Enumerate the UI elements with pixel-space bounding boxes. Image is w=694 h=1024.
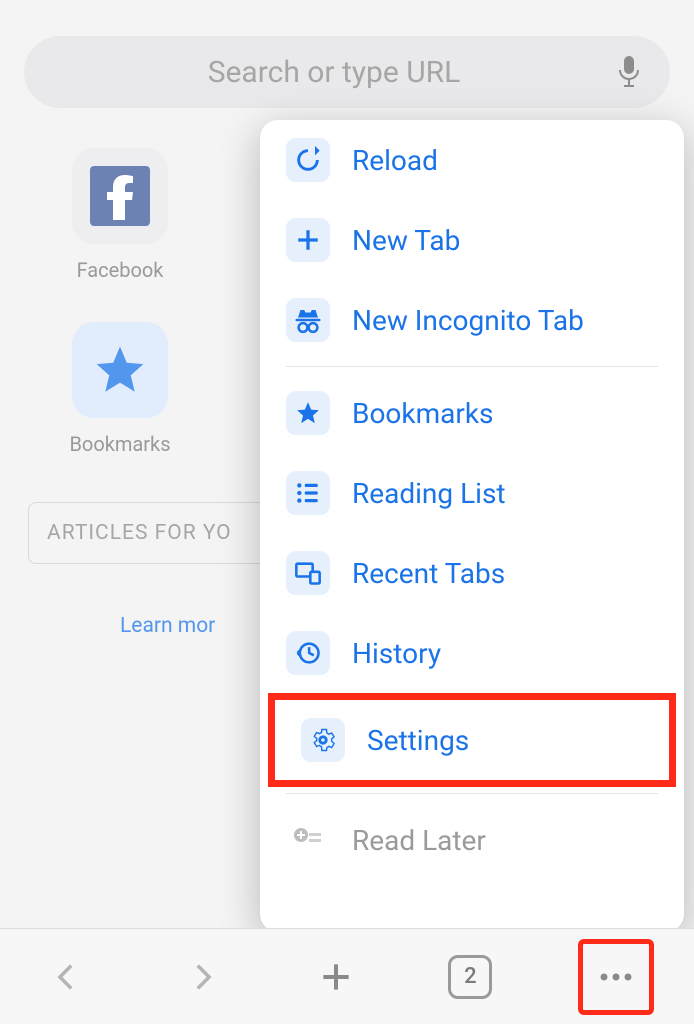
menu-new-tab[interactable]: New Tab (260, 200, 684, 280)
overflow-menu: Reload New Tab New Incognito Tab Bookmar… (260, 120, 684, 932)
menu-label: Read Later (352, 824, 486, 857)
menu-reload[interactable]: Reload (260, 120, 684, 200)
menu-settings[interactable]: Settings (275, 700, 669, 780)
plus-icon (286, 218, 330, 262)
tile-label: Bookmarks (69, 432, 170, 456)
menu-read-later[interactable]: Read Later (260, 800, 684, 880)
menu-incognito[interactable]: New Incognito Tab (260, 280, 684, 360)
menu-label: Recent Tabs (352, 557, 505, 590)
recent-tabs-icon (286, 551, 330, 595)
new-tab-button[interactable] (309, 950, 363, 1004)
tile-bookmarks[interactable]: Bookmarks (60, 322, 180, 456)
search-input[interactable]: Search or type URL (24, 36, 670, 108)
tab-count-badge: 2 (448, 955, 492, 999)
menu-reading-list[interactable]: Reading List (260, 453, 684, 533)
menu-label: Bookmarks (352, 397, 494, 430)
star-icon (286, 391, 330, 435)
menu-label: Reading List (352, 477, 506, 510)
incognito-icon (286, 298, 330, 342)
tile-label: Facebook (77, 258, 164, 282)
tabs-button[interactable]: 2 (443, 950, 497, 1004)
menu-label: Settings (367, 724, 469, 757)
menu-label: Reload (352, 144, 438, 177)
star-icon (72, 322, 168, 418)
menu-label: New Incognito Tab (352, 304, 584, 337)
read-later-icon (286, 818, 330, 862)
list-icon (286, 471, 330, 515)
bottom-toolbar: 2 (0, 928, 694, 1024)
back-button[interactable] (40, 950, 94, 1004)
menu-history[interactable]: History (260, 613, 684, 693)
forward-button[interactable] (175, 950, 229, 1004)
menu-divider (286, 366, 658, 367)
history-icon (286, 631, 330, 675)
menu-label: New Tab (352, 224, 460, 257)
reload-icon (286, 138, 330, 182)
facebook-icon (72, 148, 168, 244)
mic-icon[interactable] (616, 54, 642, 90)
menu-bookmarks[interactable]: Bookmarks (260, 373, 684, 453)
menu-recent-tabs[interactable]: Recent Tabs (260, 533, 684, 613)
tile-facebook[interactable]: Facebook (60, 148, 180, 282)
menu-label: History (352, 637, 441, 670)
more-button[interactable] (589, 950, 643, 1004)
search-placeholder: Search or type URL (52, 55, 616, 90)
gear-icon (301, 718, 345, 762)
menu-divider (286, 793, 658, 794)
